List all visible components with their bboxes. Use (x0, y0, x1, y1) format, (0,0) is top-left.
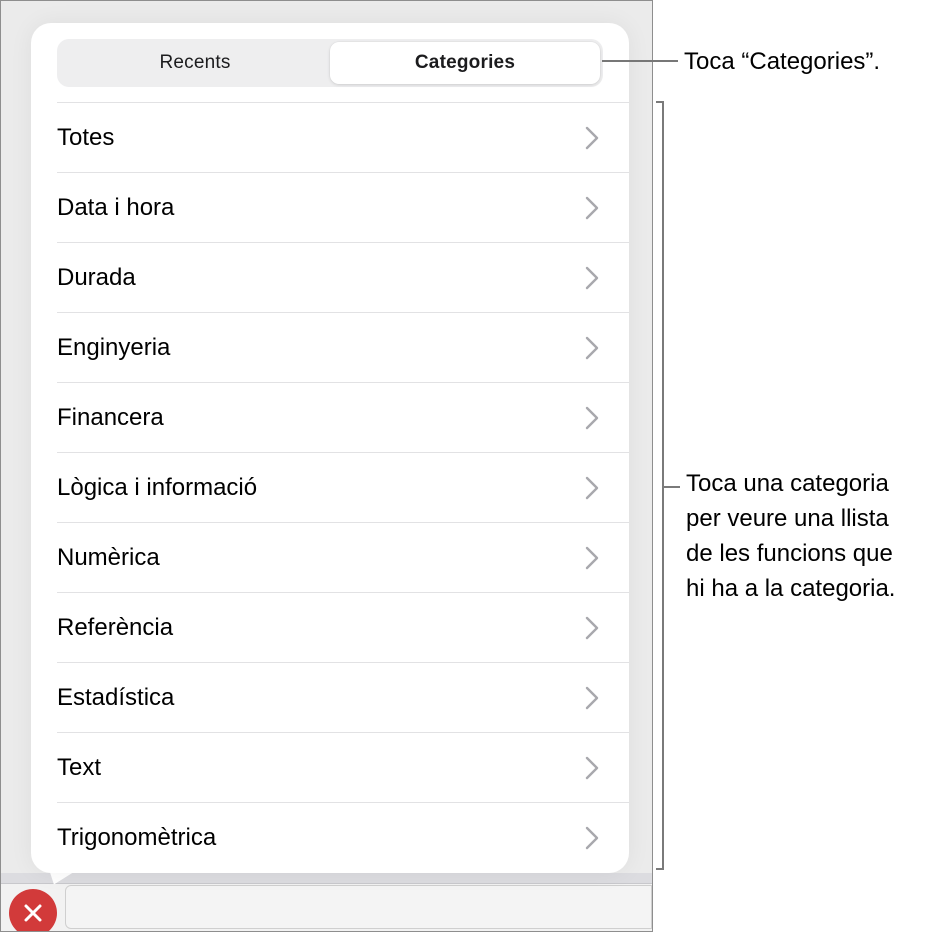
callout-line-2: per veure una llista (686, 505, 889, 532)
category-label: Trigonomètrica (57, 823, 217, 851)
category-row[interactable]: Lògica i informació (57, 452, 629, 522)
category-label: Lògica i informació (57, 473, 258, 501)
callout-tap-category: Toca una categoria per veure una llista … (686, 466, 895, 606)
callout-line-3: de les funcions que (686, 540, 893, 567)
chevron-right-icon (585, 266, 599, 289)
cancel-formula-button[interactable] (9, 889, 57, 931)
category-label: Estadística (57, 683, 175, 711)
category-label: Durada (57, 263, 136, 291)
category-row[interactable]: Data i hora (57, 172, 629, 242)
callout-bracket-tick (664, 486, 680, 488)
category-list: Totes Data i hora Durada Enginyeria Financer… (57, 102, 629, 872)
category-row[interactable]: Estadística (57, 662, 629, 732)
segmented-control: Recents Categories (57, 39, 603, 87)
chevron-right-icon (585, 196, 599, 219)
callout-line-categories (602, 60, 678, 62)
callout-line-1: Toca una categoria (686, 470, 889, 497)
device-screen: Recents Categories Totes Data i hora Durad… (0, 0, 653, 932)
category-label: Enginyeria (57, 333, 171, 361)
chevron-right-icon (585, 616, 599, 639)
category-label: Text (57, 753, 102, 781)
chevron-right-icon (585, 126, 599, 149)
category-row[interactable]: Trigonomètrica (57, 802, 629, 872)
keyboard-accessory-strip (1, 873, 652, 883)
category-label: Totes (57, 123, 115, 151)
category-row[interactable]: Financera (57, 382, 629, 452)
chevron-right-icon (585, 826, 599, 849)
formula-input[interactable] (65, 885, 652, 929)
category-label: Data i hora (57, 193, 175, 221)
callout-line-4: hi ha a la categoria. (686, 575, 896, 602)
category-row[interactable]: Numèrica (57, 522, 629, 592)
tab-categories[interactable]: Categories (330, 42, 600, 84)
category-row[interactable]: Durada (57, 242, 629, 312)
category-label: Financera (57, 403, 164, 431)
x-icon (24, 904, 42, 922)
chevron-right-icon (585, 546, 599, 569)
chevron-right-icon (585, 336, 599, 359)
category-row[interactable]: Enginyeria (57, 312, 629, 382)
category-row[interactable]: Referència (57, 592, 629, 662)
chevron-right-icon (585, 686, 599, 709)
tab-recents[interactable]: Recents (60, 42, 330, 84)
callout-tap-categories: Toca “Categories”. (684, 48, 881, 75)
chevron-right-icon (585, 756, 599, 779)
category-row[interactable]: Text (57, 732, 629, 802)
chevron-right-icon (585, 476, 599, 499)
category-row[interactable]: Totes (57, 102, 629, 172)
category-label: Numèrica (57, 543, 160, 571)
category-label: Referència (57, 613, 174, 641)
callout-bracket-list (656, 101, 664, 870)
chevron-right-icon (585, 406, 599, 429)
functions-browser-popover: Recents Categories Totes Data i hora Durad… (31, 23, 629, 873)
